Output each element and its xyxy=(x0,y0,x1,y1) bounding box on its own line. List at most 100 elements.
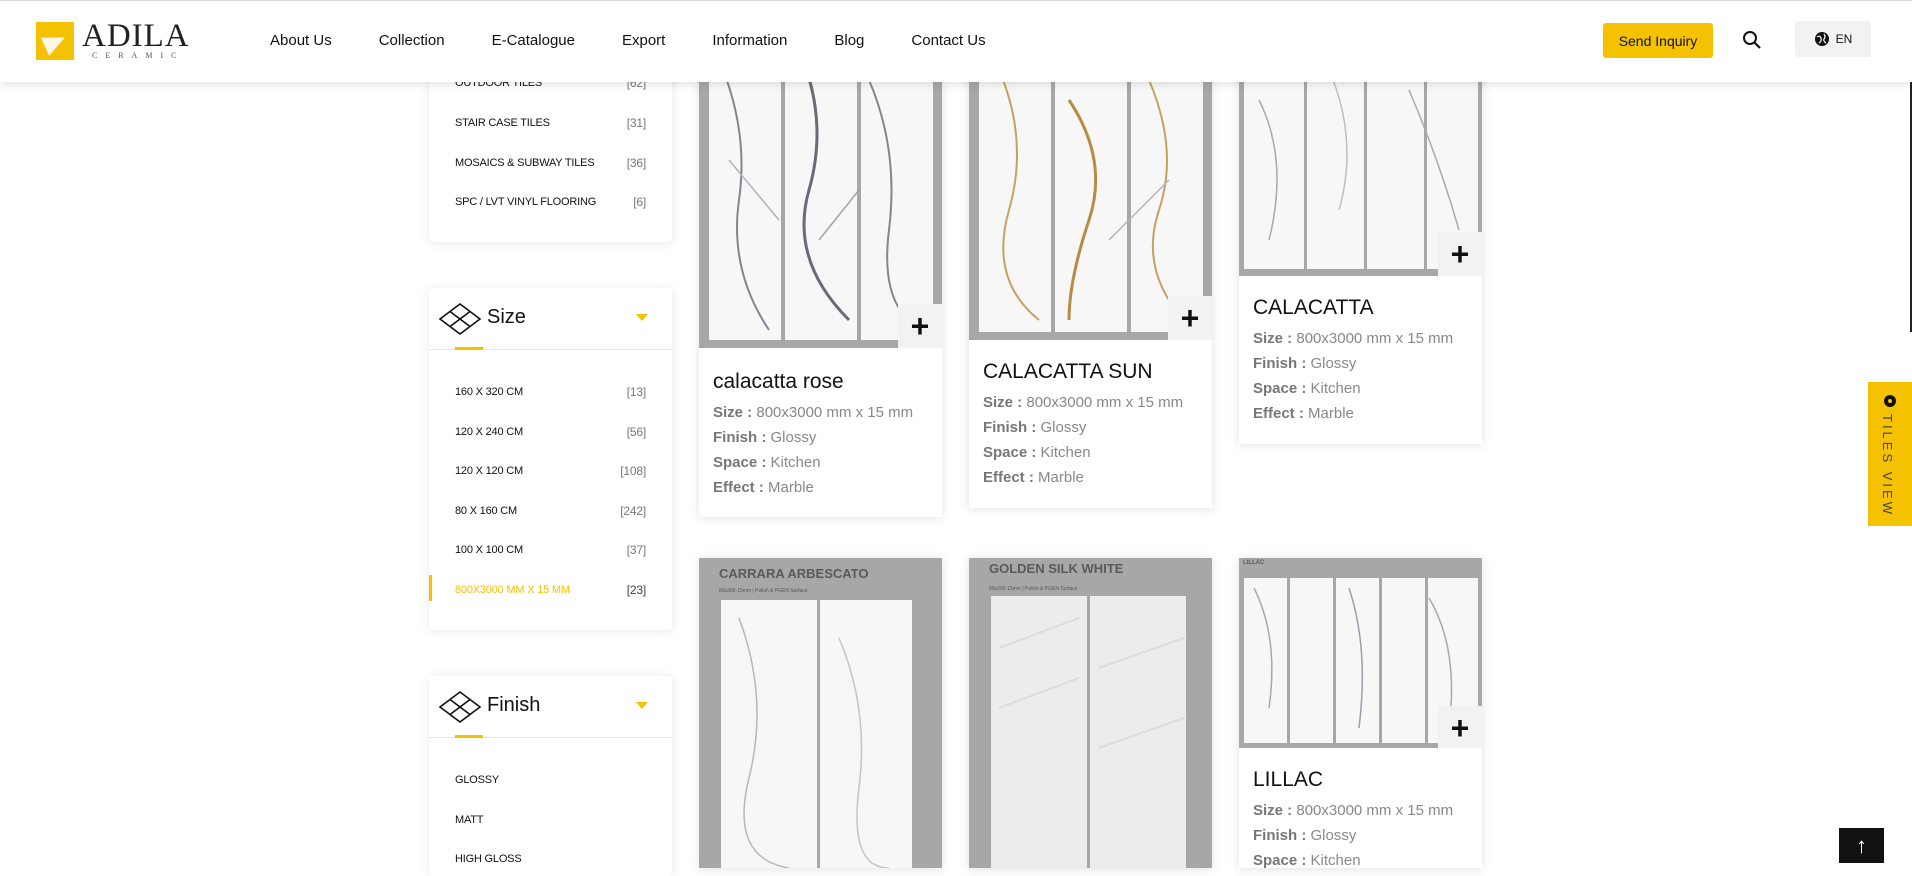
title-underline xyxy=(455,347,483,350)
product-image[interactable]: + xyxy=(969,40,1212,340)
chevron-down-icon[interactable] xyxy=(636,314,648,321)
active-indicator xyxy=(429,575,432,601)
product-space: Kitchen xyxy=(1040,444,1091,461)
filter-count: [31] xyxy=(626,116,646,130)
nav-blog[interactable]: Blog xyxy=(834,32,864,49)
product-card[interactable]: LILLAC + LILLAC Size : 800x3000 mm x 15 … xyxy=(1239,558,1482,869)
tiles-view-tab[interactable]: TILES VIEW xyxy=(1868,382,1912,526)
scroll-to-top-button[interactable]: ↑ xyxy=(1839,828,1884,863)
product-effect: Marble xyxy=(1038,469,1084,486)
nav-contact-us[interactable]: Contact Us xyxy=(911,32,985,49)
language-label: EN xyxy=(1835,32,1853,46)
filter-label: 120 X 120 CM xyxy=(455,465,523,477)
send-inquiry-button[interactable]: Send Inquiry xyxy=(1603,23,1713,58)
filter-item-size[interactable]: 120 X 120 CM [108] xyxy=(455,461,646,481)
filter-label: STAIR CASE TILES xyxy=(455,117,550,129)
filter-item-finish[interactable]: MATT xyxy=(455,810,646,830)
filter-count: [242] xyxy=(620,504,646,518)
search-icon[interactable] xyxy=(1742,30,1762,50)
filter-item-size[interactable]: 120 X 240 CM [56] xyxy=(455,422,646,442)
nav-export[interactable]: Export xyxy=(622,32,665,49)
product-title[interactable]: calacatta rose xyxy=(713,370,932,394)
product-size: 800x3000 mm x 15 mm xyxy=(1296,802,1454,819)
filter-item-size-active[interactable]: 800X3000 MM X 15 MM [23] xyxy=(455,580,646,600)
filter-count: [36] xyxy=(626,156,646,170)
finish-panel-header[interactable]: Finish xyxy=(429,676,672,738)
add-icon[interactable]: + xyxy=(1438,706,1482,748)
product-size: 800x3000 mm x 15 mm xyxy=(1296,330,1454,347)
product-card[interactable]: CARRARA ARBESCATO 80x300-15mm | Polish &… xyxy=(699,558,942,868)
logo-subtext: CERAMIC xyxy=(92,51,185,60)
size-panel-header[interactable]: Size xyxy=(429,288,672,350)
tile-size-icon xyxy=(438,303,482,335)
filter-item-size[interactable]: 160 X 320 CM [13] xyxy=(455,382,646,402)
site-header: ADILA CERAMIC About Us Collection E-Cata… xyxy=(0,0,1912,82)
main-nav: About Us Collection E-Catalogue Export I… xyxy=(270,32,1033,49)
tiles-view-label: TILES VIEW xyxy=(1880,414,1895,517)
product-size: 800x3000 mm x 15 mm xyxy=(1026,394,1184,411)
product-finish: Glossy xyxy=(1310,355,1357,372)
filter-label: 120 X 240 CM xyxy=(455,426,523,438)
add-icon[interactable]: + xyxy=(1438,232,1482,276)
size-filter-panel: Size 160 X 320 CM [13] 120 X 240 CM [56]… xyxy=(429,288,672,630)
filter-count: [13] xyxy=(626,385,646,399)
product-image[interactable]: LILLAC + xyxy=(1239,558,1482,748)
globe-icon xyxy=(1814,32,1829,46)
filter-count: [108] xyxy=(620,464,646,478)
product-size: 800x3000 mm x 15 mm xyxy=(756,404,914,421)
product-finish: Glossy xyxy=(1310,827,1357,844)
product-image[interactable]: GOLDEN SILK WHITE 80x300-15mm | Polish &… xyxy=(969,558,1212,868)
product-effect: Marble xyxy=(768,479,814,496)
logo-text: ADILA xyxy=(82,18,190,54)
product-title[interactable]: CALACATTA xyxy=(1253,296,1472,320)
add-icon[interactable]: + xyxy=(898,304,942,348)
filter-item-size[interactable]: 100 X 100 CM [37] xyxy=(455,540,646,560)
filter-label: 800X3000 MM X 15 MM xyxy=(455,584,570,596)
product-effect: Marble xyxy=(1308,405,1354,422)
filter-count: [23] xyxy=(626,583,646,597)
product-image[interactable]: CARRARA ARBESCATO 80x300-15mm | Polish &… xyxy=(699,558,942,868)
language-switcher[interactable]: EN xyxy=(1795,21,1871,57)
product-card[interactable]: + CALACATTA Size : 800x3000 mm x 15 mm F… xyxy=(1239,40,1482,444)
filter-label: SPC / LVT VINYL FLOORING xyxy=(455,196,597,208)
filter-count: [6] xyxy=(633,195,646,209)
filter-item-finish[interactable]: GLOSSY xyxy=(455,770,646,790)
product-card[interactable]: + calacatta rose Size : 800x3000 mm x 15… xyxy=(699,40,942,517)
marble-veins xyxy=(998,69,1185,321)
filter-label: 160 X 320 CM xyxy=(455,386,523,398)
marble-veins xyxy=(718,49,925,331)
title-underline xyxy=(455,735,483,738)
filter-label: HIGH GLOSS xyxy=(455,853,522,865)
product-space: Kitchen xyxy=(1310,380,1361,397)
filter-count: [56] xyxy=(626,425,646,439)
filter-item[interactable]: STAIR CASE TILES [31] xyxy=(455,113,646,133)
nav-collection[interactable]: Collection xyxy=(379,32,445,49)
product-title[interactable]: LILLAC xyxy=(1253,768,1472,792)
filter-label: 100 X 100 CM xyxy=(455,544,523,556)
marble-veins xyxy=(998,617,1185,749)
product-finish: Glossy xyxy=(1040,419,1087,436)
arrow-up-icon: ↑ xyxy=(1856,832,1867,858)
filter-item[interactable]: MOSAICS & SUBWAY TILES [36] xyxy=(455,153,646,173)
tile-finish-icon xyxy=(438,691,482,723)
product-image[interactable]: + xyxy=(699,40,942,348)
chevron-down-icon[interactable] xyxy=(636,702,648,709)
add-icon[interactable]: + xyxy=(1168,296,1212,340)
finish-filter-panel: Finish GLOSSY MATT HIGH GLOSS xyxy=(429,676,672,876)
size-panel-title: Size xyxy=(487,306,526,328)
filter-item-finish[interactable]: HIGH GLOSS xyxy=(455,849,646,869)
filter-label: 80 X 160 CM xyxy=(455,505,518,517)
nav-about-us[interactable]: About Us xyxy=(270,32,332,49)
logo[interactable]: ADILA CERAMIC xyxy=(36,18,190,60)
nav-information[interactable]: Information xyxy=(712,32,787,49)
finish-panel-title: Finish xyxy=(487,694,541,716)
product-title[interactable]: CALACATTA SUN xyxy=(983,360,1202,384)
nav-e-catalogue[interactable]: E-Catalogue xyxy=(492,32,575,49)
filter-label: MATT xyxy=(455,814,484,826)
product-card[interactable]: + CALACATTA SUN Size : 800x3000 mm x 15 … xyxy=(969,40,1212,508)
filter-count: [37] xyxy=(626,543,646,557)
filter-item-size[interactable]: 80 X 160 CM [242] xyxy=(455,501,646,521)
product-card[interactable]: GOLDEN SILK WHITE 80x300-15mm | Polish &… xyxy=(969,558,1212,868)
filter-label: GLOSSY xyxy=(455,774,500,786)
filter-item[interactable]: SPC / LVT VINYL FLOORING [6] xyxy=(455,192,646,212)
